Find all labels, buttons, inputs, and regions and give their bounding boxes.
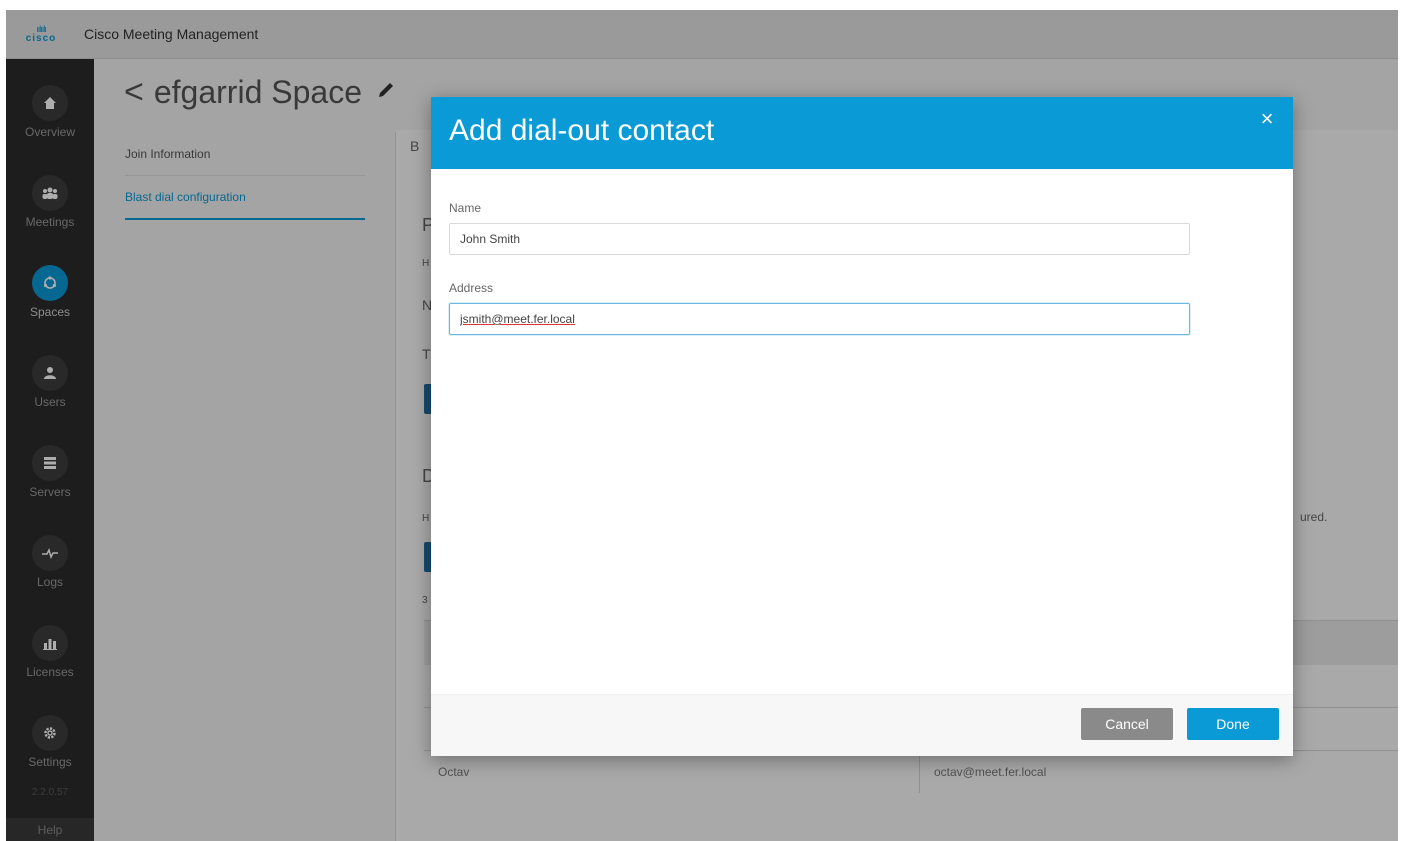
dialog-title: Add dial-out contact: [449, 114, 715, 147]
add-dial-out-contact-dialog: Add dial-out contact × Name Address Canc…: [431, 97, 1293, 756]
close-icon[interactable]: ×: [1255, 107, 1279, 131]
name-field[interactable]: [449, 223, 1190, 255]
dialog-footer: Cancel Done: [431, 694, 1293, 756]
done-button[interactable]: Done: [1187, 708, 1279, 740]
name-label: Name: [449, 201, 482, 215]
cancel-button[interactable]: Cancel: [1081, 708, 1173, 740]
app-window: ıılıılı cisco Cisco Meeting Management O…: [6, 10, 1398, 841]
dialog-header: Add dial-out contact ×: [431, 97, 1293, 169]
address-label: Address: [449, 281, 494, 295]
address-field[interactable]: [449, 303, 1190, 335]
